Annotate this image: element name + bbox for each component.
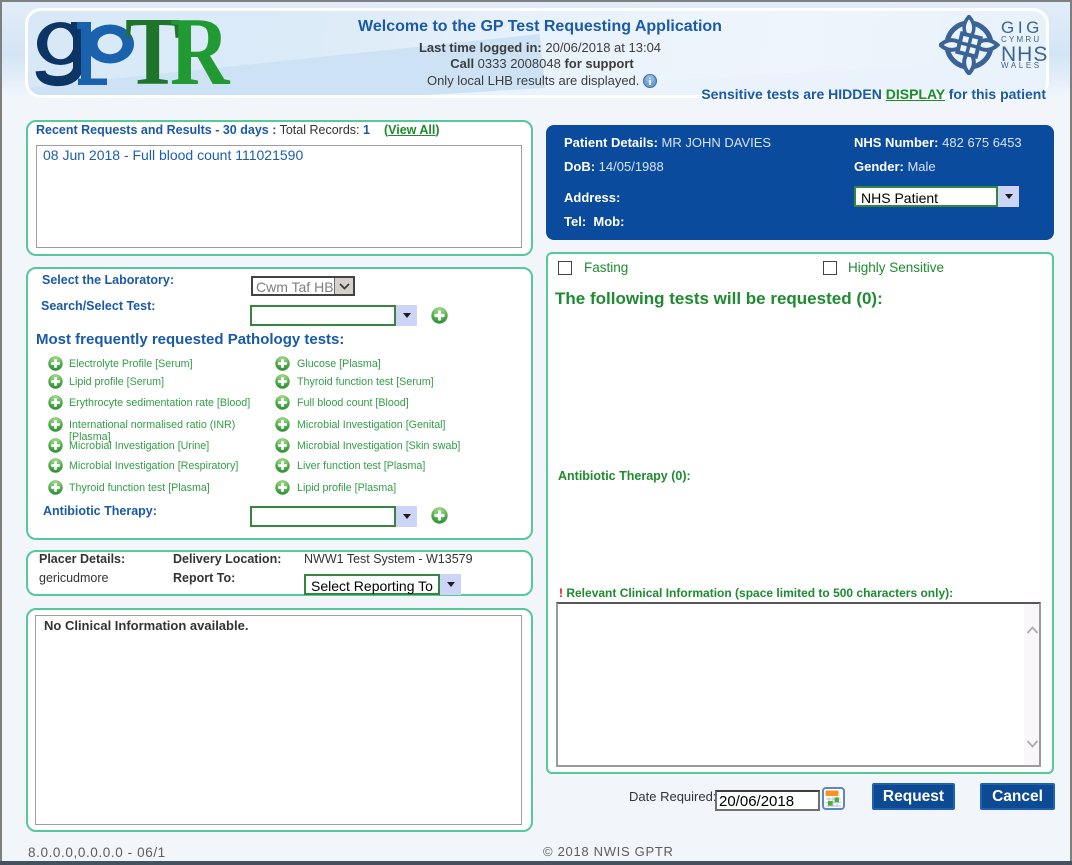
svg-text:i: i xyxy=(649,77,652,88)
